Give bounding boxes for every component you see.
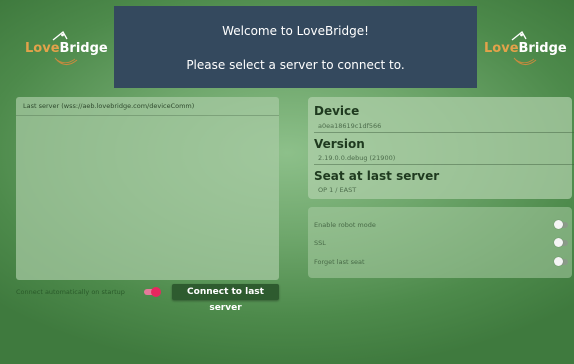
lovebridge-logo-right: LoveBridge: [484, 26, 567, 70]
device-title: Device: [314, 104, 360, 118]
ssl-toggle[interactable]: [554, 238, 568, 247]
auto-connect-toggle[interactable]: [144, 287, 161, 297]
logo-wordmark: LoveBridge: [25, 41, 108, 56]
toggle-knob: [554, 257, 563, 266]
setting-robot-mode[interactable]: Enable robot mode: [314, 219, 568, 231]
device-id: a0ea18619c1df566: [318, 122, 382, 130]
seat-title: Seat at last server: [314, 169, 440, 183]
divider: [314, 164, 574, 165]
setting-label: SSL: [314, 239, 326, 247]
logo-wordmark: LoveBridge: [484, 41, 567, 56]
setting-label: Forget last seat: [314, 258, 365, 266]
seat-value: OP 1 / EAST: [318, 186, 357, 194]
robot-mode-toggle[interactable]: [554, 220, 568, 229]
server-list-panel[interactable]: Last server (wss://aeb.lovebridge.com/de…: [16, 97, 279, 280]
lovebridge-logo: LoveBridge: [25, 26, 108, 70]
divider: [314, 132, 574, 133]
version-value: 2.19.0.0.debug (21900): [318, 154, 396, 162]
divider: [16, 115, 279, 116]
connect-to-last-server-button[interactable]: Connect to last server: [172, 284, 279, 313]
instruction-text: Please select a server to connect to.: [186, 58, 405, 72]
auto-connect-label: Connect automatically on startup: [16, 288, 125, 296]
device-info-panel: Device a0ea18619c1df566 Version 2.19.0.0…: [308, 97, 574, 199]
toggle-knob: [554, 220, 563, 229]
forget-seat-toggle[interactable]: [554, 257, 568, 266]
setting-forget-seat[interactable]: Forget last seat: [314, 256, 568, 268]
welcome-text: Welcome to LoveBridge!: [222, 24, 369, 38]
setting-ssl[interactable]: SSL: [314, 237, 568, 249]
setting-label: Enable robot mode: [314, 221, 376, 229]
toggle-knob: [151, 287, 161, 297]
last-server-header[interactable]: Last server (wss://aeb.lovebridge.com/de…: [23, 102, 194, 110]
welcome-banner: Welcome to LoveBridge! Please select a s…: [114, 6, 477, 88]
toggle-knob: [554, 238, 563, 247]
settings-panel: Enable robot mode SSL Forget last seat: [308, 207, 572, 278]
version-title: Version: [314, 137, 365, 151]
